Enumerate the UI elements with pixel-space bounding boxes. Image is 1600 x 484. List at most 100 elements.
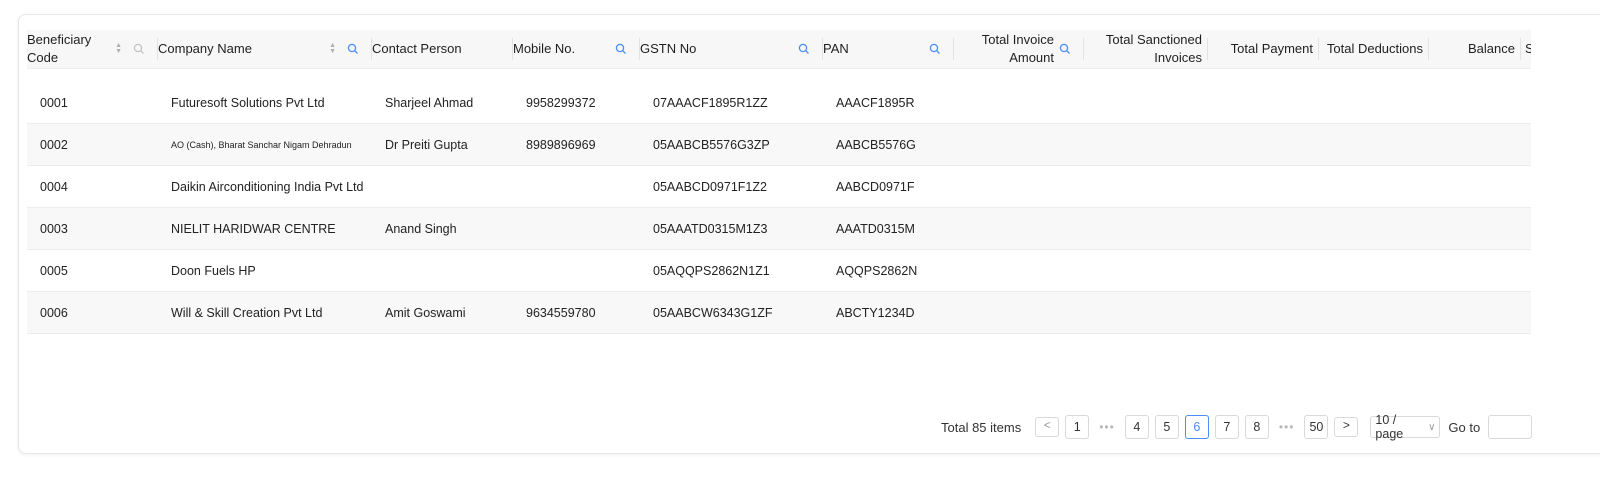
header-contact-person: Contact Person xyxy=(372,30,513,69)
cell-empty xyxy=(1521,207,1531,250)
header-total-deductions: Total Deductions xyxy=(1319,30,1429,69)
header-beneficiary-code: Beneficiary Code ▲ ▼ xyxy=(27,30,158,69)
table-row[interactable]: 0003 NIELIT HARIDWAR CENTRE Anand Singh … xyxy=(27,207,1531,250)
sort-icon[interactable]: ▲ ▼ xyxy=(329,42,336,55)
search-icon[interactable] xyxy=(346,42,360,56)
page-5-button[interactable]: 5 xyxy=(1154,415,1179,439)
page-4-button[interactable]: 4 xyxy=(1124,415,1149,439)
pagination: Total 85 items < 1 ••• 4 5 6 7 8 ••• 50 … xyxy=(941,413,1533,441)
header-balance: Balance xyxy=(1429,30,1521,69)
cell-empty xyxy=(954,249,1084,292)
cell-empty xyxy=(1084,82,1208,124)
cell-empty xyxy=(1319,82,1429,124)
page-7-button[interactable]: 7 xyxy=(1214,415,1239,439)
sort-icon[interactable]: ▲ ▼ xyxy=(115,42,122,55)
cell-pan: AABCB5576G xyxy=(823,123,954,166)
table-row[interactable]: 0004 Daikin Airconditioning India Pvt Lt… xyxy=(27,165,1531,208)
cell-company-name: Doon Fuels HP xyxy=(158,249,372,292)
cell-empty xyxy=(1429,291,1521,334)
search-icon[interactable] xyxy=(132,42,146,56)
cell-empty xyxy=(1429,207,1521,250)
cell-mobile-no xyxy=(513,249,640,292)
table-header-row: Beneficiary Code ▲ ▼ Company Name ▲ ▼ Cont… xyxy=(27,30,1531,69)
jump-next-icon[interactable]: ••• xyxy=(1279,420,1295,434)
cell-empty xyxy=(1208,249,1319,292)
header-mobile-no: Mobile No. xyxy=(513,30,640,69)
cell-empty xyxy=(1319,207,1429,250)
page-50-button[interactable]: 50 xyxy=(1304,415,1329,439)
cell-empty xyxy=(1084,123,1208,166)
cell-gstn-no: 07AAACF1895R1ZZ xyxy=(640,82,823,124)
goto-page-input[interactable] xyxy=(1488,415,1533,439)
page-size-value: 10 / page xyxy=(1375,413,1404,441)
cell-empty xyxy=(1429,165,1521,208)
cell-pan: AAATD0315M xyxy=(823,207,954,250)
cell-empty xyxy=(1521,165,1531,208)
header-company-name: Company Name ▲ ▼ xyxy=(158,30,372,69)
cell-beneficiary-code: 0005 xyxy=(27,249,158,292)
cell-contact-person: Amit Goswami xyxy=(372,291,513,334)
table-row[interactable]: 0002 AO (Cash), Bharat Sanchar Nigam Deh… xyxy=(27,123,1531,166)
header-gstn-no: GSTN No xyxy=(640,30,823,69)
cell-company-name: Will & Skill Creation Pvt Ltd xyxy=(158,291,372,334)
cell-pan: AABCD0971F xyxy=(823,165,954,208)
page-8-button[interactable]: 8 xyxy=(1244,415,1269,439)
prev-page-button[interactable]: < xyxy=(1035,417,1060,437)
cell-empty xyxy=(1208,82,1319,124)
cell-beneficiary-code: 0001 xyxy=(27,82,158,124)
cell-pan: ABCTY1234D xyxy=(823,291,954,334)
beneficiary-table: Beneficiary Code ▲ ▼ Company Name ▲ ▼ Cont… xyxy=(27,30,1531,374)
cell-empty xyxy=(1521,291,1531,334)
beneficiary-table-scroll[interactable]: Beneficiary Code ▲ ▼ Company Name ▲ ▼ Cont… xyxy=(27,30,1531,374)
cell-empty xyxy=(1084,249,1208,292)
page-size-select[interactable]: 10 / page ∨ xyxy=(1370,413,1441,441)
page-1-button[interactable]: 1 xyxy=(1065,415,1090,439)
cell-empty xyxy=(954,82,1084,124)
search-icon[interactable] xyxy=(797,42,811,56)
cell-empty xyxy=(1521,123,1531,166)
cell-empty xyxy=(1319,165,1429,208)
cell-mobile-no: 9958299372 xyxy=(513,82,640,124)
cell-mobile-no: 8989896969 xyxy=(513,123,640,166)
next-page-button[interactable]: > xyxy=(1334,417,1359,437)
cell-empty xyxy=(1429,82,1521,124)
cell-gstn-no: 05AABCD0971F1Z2 xyxy=(640,165,823,208)
cell-mobile-no xyxy=(513,165,640,208)
cell-empty xyxy=(1521,249,1531,292)
total-items: Total 85 items xyxy=(941,419,1022,435)
search-icon[interactable] xyxy=(614,42,628,56)
jump-prev-icon[interactable]: ••• xyxy=(1099,420,1115,434)
cell-mobile-no xyxy=(513,207,640,250)
cell-company-name: Futuresoft Solutions Pvt Ltd xyxy=(158,82,372,124)
header-total-invoice-amount: Total Invoice Amount xyxy=(954,30,1084,69)
cell-empty xyxy=(1521,82,1531,124)
cell-empty xyxy=(1084,291,1208,334)
search-icon[interactable] xyxy=(1058,42,1072,56)
cell-mobile-no: 9634559780 xyxy=(513,291,640,334)
cell-empty xyxy=(1429,249,1521,292)
cell-company-name: AO (Cash), Bharat Sanchar Nigam Dehradun xyxy=(158,123,372,166)
cell-empty xyxy=(1084,207,1208,250)
cell-empty xyxy=(1208,291,1319,334)
search-icon[interactable] xyxy=(928,42,942,56)
cell-empty xyxy=(954,123,1084,166)
table-row[interactable]: 0001 Futuresoft Solutions Pvt Ltd Sharje… xyxy=(27,82,1531,124)
cell-empty xyxy=(1208,165,1319,208)
table-row[interactable]: 0006 Will & Skill Creation Pvt Ltd Amit … xyxy=(27,291,1531,334)
cell-contact-person xyxy=(372,165,513,208)
cell-beneficiary-code: 0006 xyxy=(27,291,158,334)
cell-empty xyxy=(1208,123,1319,166)
cell-company-name: Daikin Airconditioning India Pvt Ltd xyxy=(158,165,372,208)
cell-empty xyxy=(1084,165,1208,208)
cell-contact-person: Dr Preiti Gupta xyxy=(372,123,513,166)
cell-beneficiary-code: 0003 xyxy=(27,207,158,250)
cell-empty xyxy=(954,291,1084,334)
header-total-sanctioned-invoices: Total Sanctioned Invoices xyxy=(1084,30,1208,69)
cell-empty xyxy=(1319,123,1429,166)
page-6-button[interactable]: 6 xyxy=(1184,415,1209,439)
table-row[interactable]: 0005 Doon Fuels HP 05AQQPS2862N1Z1 AQQPS… xyxy=(27,249,1531,292)
cell-gstn-no: 05AABCW6343G1ZF xyxy=(640,291,823,334)
cell-company-name: NIELIT HARIDWAR CENTRE xyxy=(158,207,372,250)
cell-contact-person: Sharjeel Ahmad xyxy=(372,82,513,124)
chevron-down-icon: ∨ xyxy=(1428,421,1436,433)
